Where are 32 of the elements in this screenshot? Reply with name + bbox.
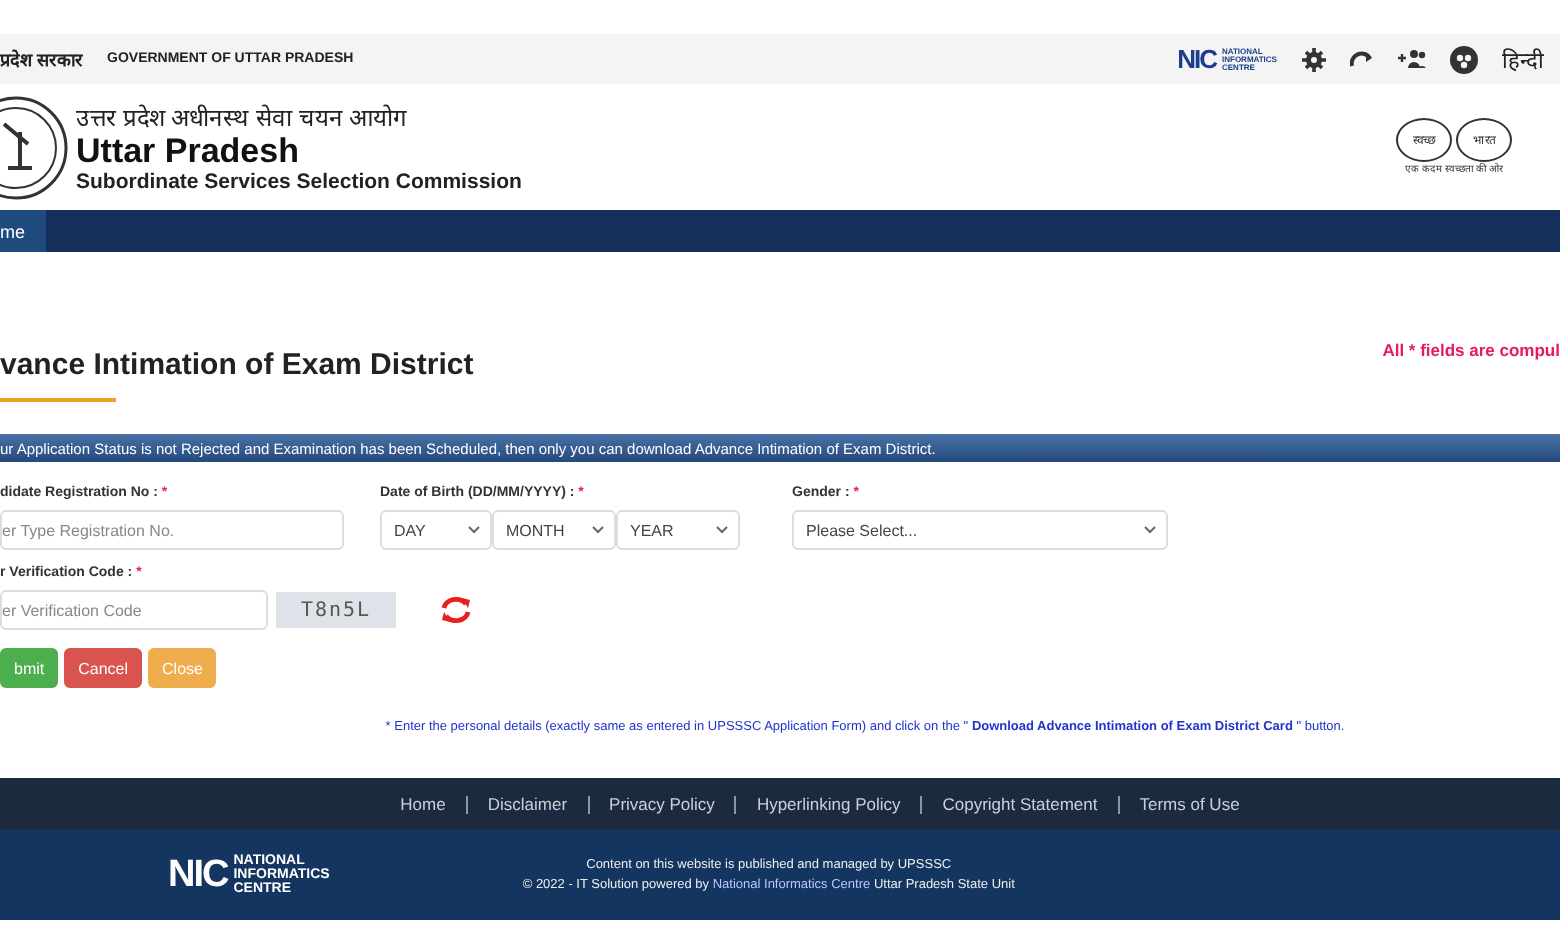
nav-link[interactable]: me [0,210,46,252]
add-users-icon[interactable] [1398,48,1426,70]
commission-subtitle: Subordinate Services Selection Commission [76,169,522,194]
gender-select[interactable]: Please Select... [792,510,1168,550]
chevron-icon [468,526,480,534]
chevron-icon [716,526,728,534]
emblem-logo [0,95,68,199]
chevron-icon [1144,526,1156,534]
redo-icon[interactable] [1350,49,1374,69]
date-select[interactable]: DAY [380,510,492,550]
cancel-button[interactable]: Cancel [64,648,143,688]
language-link[interactable]: हिन्दी [1502,44,1544,74]
date-select[interactable]: YEAR [616,510,740,550]
chevron-icon [592,526,604,534]
required-note: All * fields are compul [1382,340,1560,360]
hindi-commission-title: उत्तर प्रदेश अधीनस्थ सेवा चयन आयोग [76,102,410,135]
footer-link[interactable]: Terms of Use [1139,794,1240,814]
verification-input[interactable]: er Verification Code [0,590,268,630]
captcha-image: T8n5L [276,592,396,628]
page-title: vance Intimation of Exam District [0,348,474,386]
accessibility-icon[interactable] [1450,45,1478,73]
settings-icon[interactable] [1302,47,1326,71]
footer-link[interactable]: Copyright Statement [942,794,1098,814]
commission-title: Uttar Pradesh [76,134,301,170]
date-select[interactable]: MONTH [492,510,616,550]
refresh-icon[interactable] [440,596,472,624]
footer-link[interactable]: Disclaimer [487,794,568,814]
footer-link[interactable]: Home [400,794,446,814]
registration-input[interactable]: er Type Registration No. [0,510,344,550]
footer-link[interactable]: Hyperlinking Policy [756,794,901,814]
footer-link[interactable]: Privacy Policy [609,794,715,814]
hindi-government-label: प्रदेश सरकार [0,47,84,72]
